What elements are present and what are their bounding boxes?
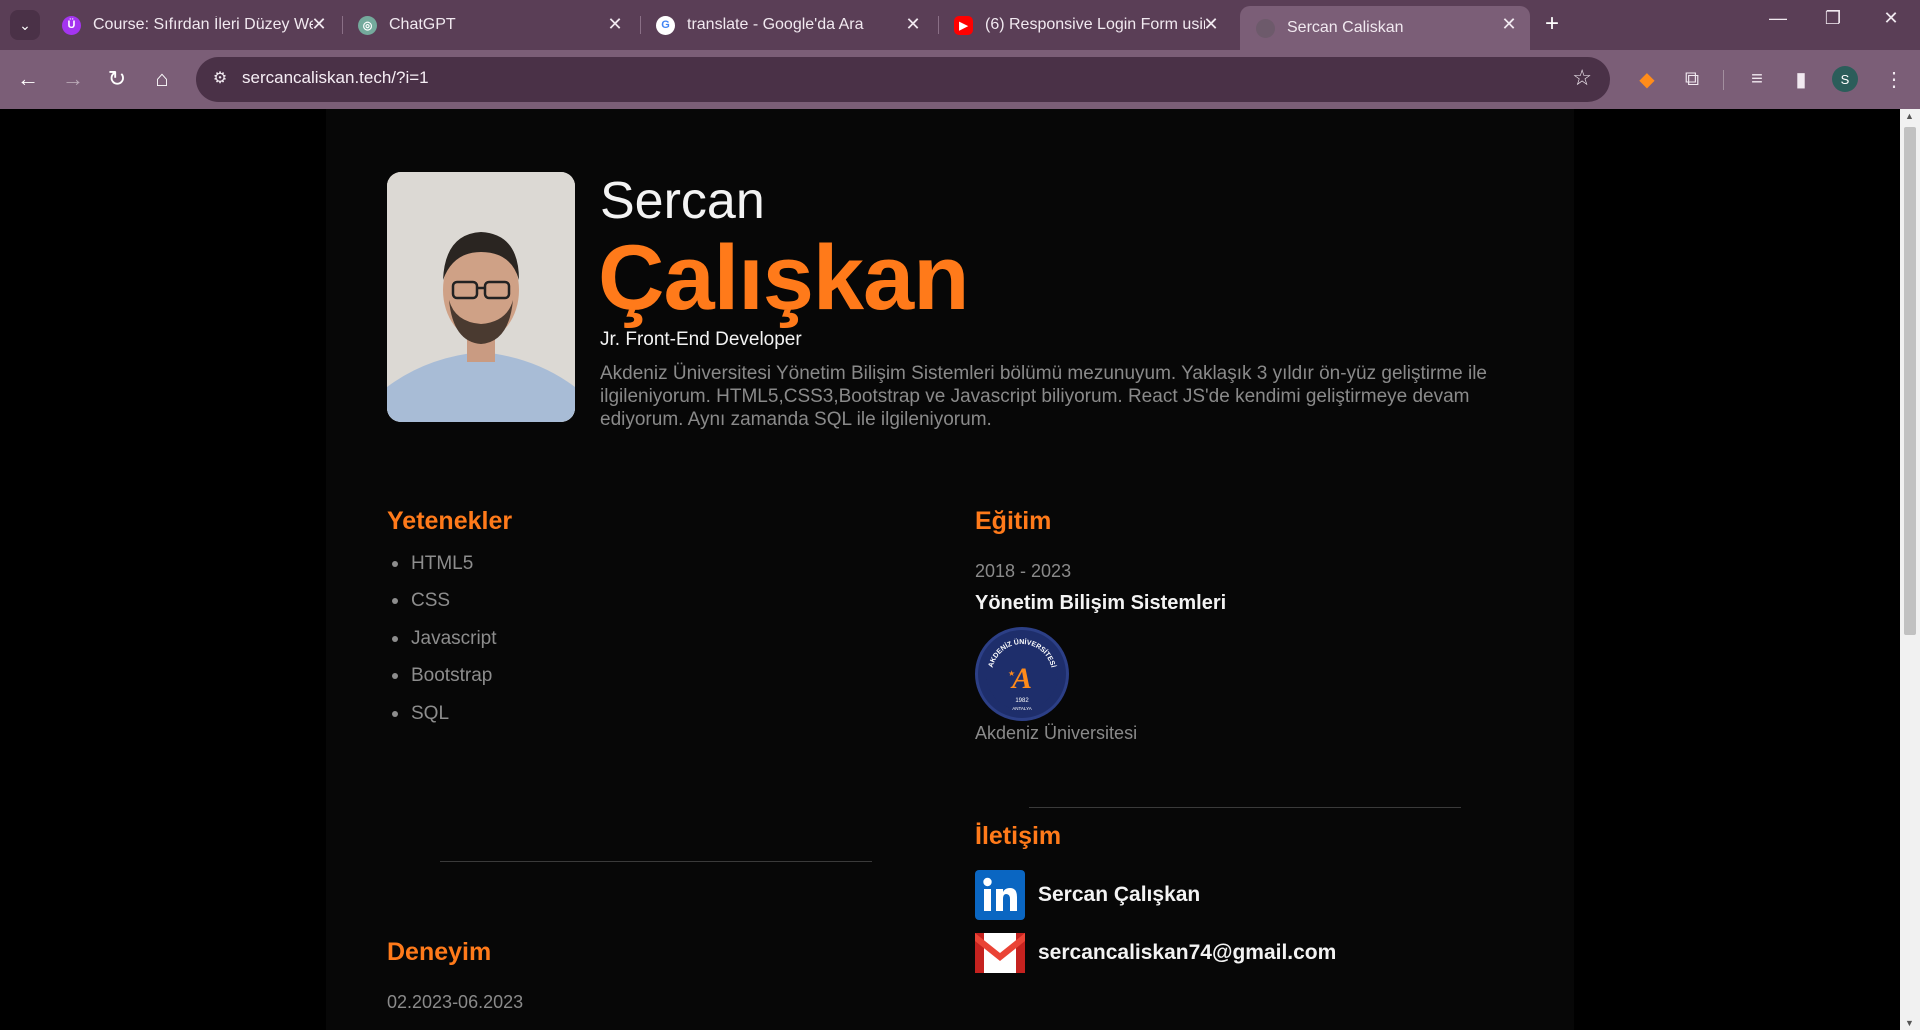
tab-google[interactable]: G translate - Google'da Ara ✕ xyxy=(640,6,934,44)
globe-icon xyxy=(1256,18,1275,38)
tab-title: (6) Responsive Login Form using xyxy=(985,16,1205,33)
kebab-menu-icon[interactable]: ⋮ xyxy=(1879,64,1909,94)
url-text[interactable]: sercancaliskan.tech/?i=1 xyxy=(242,68,429,88)
scroll-up-icon[interactable]: ▲ xyxy=(1905,111,1914,121)
tab-title: Course: Sıfırdan İleri Düzey Web xyxy=(93,16,313,33)
close-icon[interactable]: ✕ xyxy=(1498,14,1520,35)
window-close-button[interactable]: ✕ xyxy=(1871,8,1911,29)
skills-list: HTML5 CSS Javascript Bootstrap SQL xyxy=(392,545,497,733)
toolbar-separator xyxy=(1723,70,1724,90)
forward-button[interactable]: → xyxy=(57,63,89,95)
profile-avatar[interactable]: S xyxy=(1832,66,1858,92)
list-item: CSS xyxy=(392,583,497,621)
browser-toolbar: ← → ↻ ⌂ ⚙ sercancaliskan.tech/?i=1 ☆ ◆ ⧉… xyxy=(0,50,1920,109)
experience-heading: Deneyim xyxy=(387,938,492,966)
section-divider xyxy=(440,861,872,862)
reload-icon: ↻ xyxy=(107,66,127,91)
list-item: Javascript xyxy=(392,620,497,658)
scroll-down-icon[interactable]: ▼ xyxy=(1905,1018,1914,1028)
close-icon[interactable]: ✕ xyxy=(902,14,924,35)
tab-youtube[interactable]: ▶ (6) Responsive Login Form using ✕ xyxy=(938,6,1232,44)
university-logo: AKDENİZ ÜNİVERSİTESİ A ★ 1982 ANTALYA xyxy=(975,627,1069,721)
close-icon[interactable]: ✕ xyxy=(1200,14,1222,35)
minimize-button[interactable]: — xyxy=(1758,8,1798,29)
list-item: SQL xyxy=(392,695,497,733)
resume-page: Sercan Çalışkan Jr. Front-End Developer … xyxy=(326,109,1574,1030)
education-years: 2018 - 2023 xyxy=(975,561,1072,581)
email-contact[interactable]: sercancaliskan74@gmail.com xyxy=(975,933,1336,973)
tab-sercan-caliskan[interactable]: Sercan Caliskan ✕ xyxy=(1240,6,1530,50)
close-icon[interactable]: ✕ xyxy=(604,14,626,35)
gmail-icon xyxy=(975,933,1025,973)
scroll-thumb[interactable] xyxy=(1904,127,1916,635)
tab-chatgpt[interactable]: ◎ ChatGPT ✕ xyxy=(342,6,636,44)
back-button[interactable]: ← xyxy=(12,63,44,95)
linkedin-icon xyxy=(975,870,1025,920)
tab-search-button[interactable]: ⌄ xyxy=(10,10,40,40)
new-tab-button[interactable]: + xyxy=(1545,10,1559,38)
list-item: Bootstrap xyxy=(392,658,497,696)
svg-text:ANTALYA: ANTALYA xyxy=(1012,706,1032,711)
tab-title: ChatGPT xyxy=(389,16,456,33)
browser-chrome: ⌄ Ü Course: Sıfırdan İleri Düzey Web ✕ ◎… xyxy=(0,0,1920,109)
side-panel-icon[interactable]: ▮ xyxy=(1786,64,1816,94)
section-divider xyxy=(1029,807,1461,808)
education-heading: Eğitim xyxy=(975,507,1052,535)
close-icon[interactable]: ✕ xyxy=(308,14,330,35)
tab-course[interactable]: Ü Course: Sıfırdan İleri Düzey Web ✕ xyxy=(46,6,340,44)
experience-date: 02.2023-06.2023 xyxy=(387,992,524,1012)
media-control-icon[interactable]: ≡ xyxy=(1742,64,1772,94)
site-settings-icon[interactable]: ⚙ xyxy=(208,68,232,92)
page-scrollbar[interactable]: ▲ ▼ xyxy=(1900,109,1920,1030)
svg-text:1982: 1982 xyxy=(1015,698,1029,704)
tab-strip: ⌄ Ü Course: Sıfırdan İleri Düzey Web ✕ ◎… xyxy=(0,0,1920,50)
youtube-icon: ▶ xyxy=(954,15,973,35)
university-name: Akdeniz Üniversitesi xyxy=(975,723,1138,743)
bio-text: Akdeniz Üniversitesi Yönetim Bilişim Sis… xyxy=(600,363,1487,430)
restore-button[interactable]: ❐ xyxy=(1813,8,1853,29)
google-icon: G xyxy=(656,15,675,35)
svg-text:A: A xyxy=(1010,662,1032,695)
tab-title: Sercan Caliskan xyxy=(1287,19,1404,36)
email-address[interactable]: sercancaliskan74@gmail.com xyxy=(1038,941,1336,965)
bookmark-star-icon[interactable]: ☆ xyxy=(1572,65,1592,91)
arrow-left-icon: ← xyxy=(17,66,39,91)
linkedin-contact[interactable]: Sercan Çalışkan xyxy=(975,870,1200,920)
list-item: HTML5 xyxy=(392,545,497,583)
web-viewport: Sercan Çalışkan Jr. Front-End Developer … xyxy=(0,109,1900,1030)
chevron-down-icon: ⌄ xyxy=(19,16,31,33)
svg-text:★: ★ xyxy=(1008,669,1015,678)
extensions-puzzle-icon[interactable]: ⧉ xyxy=(1677,64,1707,94)
reload-button[interactable]: ↻ xyxy=(101,63,133,95)
skills-heading: Yetenekler xyxy=(387,507,513,535)
arrow-right-icon: → xyxy=(62,66,84,91)
linkedin-name[interactable]: Sercan Çalışkan xyxy=(1038,883,1200,907)
first-name: Sercan xyxy=(600,172,765,230)
address-bar[interactable]: ⚙ sercancaliskan.tech/?i=1 ☆ xyxy=(196,57,1610,102)
home-button[interactable]: ⌂ xyxy=(146,63,178,95)
education-department: Yönetim Bilişim Sistemleri xyxy=(975,592,1227,614)
job-title: Jr. Front-End Developer xyxy=(600,329,802,350)
metamask-fox-icon[interactable]: ◆ xyxy=(1632,64,1662,94)
udemy-icon: Ü xyxy=(62,15,81,35)
profile-photo xyxy=(387,172,575,422)
contact-heading: İletişim xyxy=(975,822,1062,850)
chatgpt-icon: ◎ xyxy=(358,15,377,35)
tab-title: translate - Google'da Ara xyxy=(687,16,864,33)
last-name: Çalışkan xyxy=(598,227,969,329)
home-icon: ⌂ xyxy=(155,66,169,91)
